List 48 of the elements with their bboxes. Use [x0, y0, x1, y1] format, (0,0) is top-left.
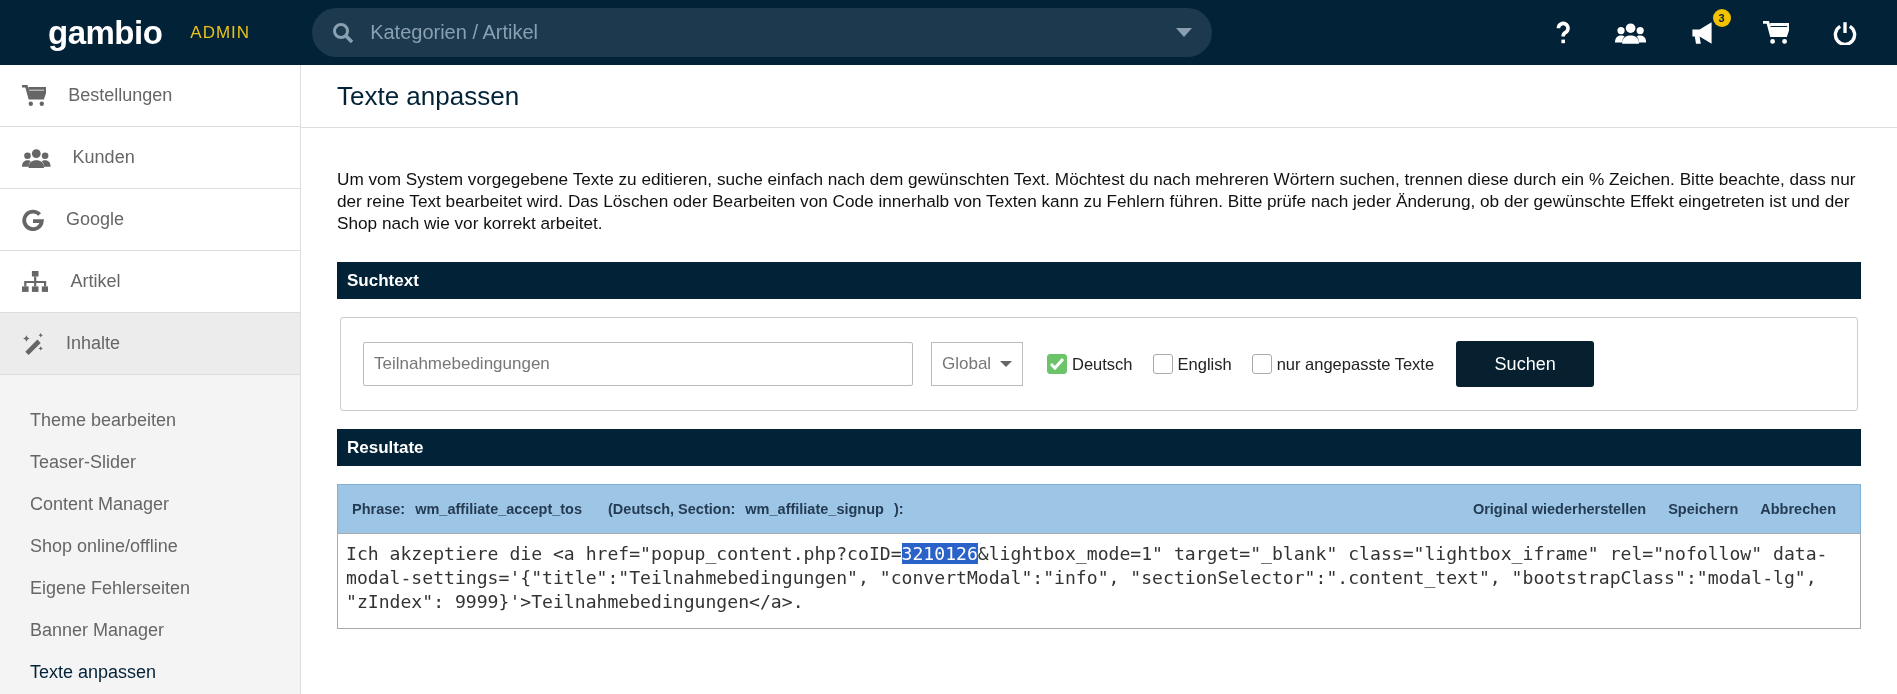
cart-icon[interactable] — [1762, 20, 1789, 45]
checkbox-label: Deutsch — [1072, 354, 1133, 374]
google-icon — [22, 208, 44, 231]
submenu-item[interactable]: Theme bearbeiten — [0, 400, 300, 442]
admin-label: ADMIN — [190, 22, 251, 43]
search-button[interactable]: Suchen — [1456, 341, 1595, 387]
users-icon[interactable] — [1614, 20, 1646, 45]
logo[interactable]: gambio — [48, 13, 163, 52]
sidebar-item[interactable]: Inhalte — [0, 313, 300, 375]
sidebar-item[interactable]: Google — [0, 189, 300, 251]
checkbox-label: English — [1177, 354, 1232, 374]
power-icon[interactable] — [1833, 20, 1857, 45]
submenu-item[interactable]: Banner Manager — [0, 610, 300, 652]
search-icon — [332, 21, 355, 44]
description-text: Um vom System vorgegebene Texte zu editieren, suche einfach nach dem gewünschten Text. Möchtest du nach mehreren Wörtern suchen, trennen diese durch ein % Zeichen. Bitte beachte, dass nur der reine Text bearbeitet wird. Das Löschen oder Bearbeiten von Code innerhalb von Texten kann zu Fehlern führen. Bitte prüfe nach jeder Änderung, ob der gewünschte Effekt eingetreten ist und der Shop nach wie vor korrekt arbeitet. — [337, 168, 1857, 234]
submenu-item[interactable]: Eigene Fehlerseiten — [0, 568, 300, 610]
phrase-key: wm_affiliate_accept_tos — [415, 501, 583, 517]
phrase-label: Phrase: — [352, 501, 406, 517]
sitemap-icon — [22, 270, 49, 293]
section-header: Suchtext — [337, 262, 1861, 299]
sidebar-item[interactable]: Artikel — [0, 251, 300, 313]
submenu-item[interactable]: Content Manager — [0, 484, 300, 526]
search-text-field[interactable]: Teilnahmebedingungen — [363, 342, 913, 386]
magic-wand-icon — [22, 332, 44, 355]
submenu-item[interactable]: Shop online/offline — [0, 526, 300, 568]
action-link[interactable]: Abbrechen — [1760, 501, 1836, 517]
closing-text: ): — [893, 501, 904, 517]
scope-select[interactable]: Global — [931, 342, 1023, 386]
action-link[interactable]: Original wiederherstellen — [1472, 501, 1647, 517]
dropdown-caret-icon — [1176, 28, 1193, 37]
sidebar-item[interactable]: Bestellungen — [0, 65, 300, 127]
page-title: Texte anpassen — [337, 80, 520, 112]
section-label: (Deutsch, Section: — [608, 501, 736, 517]
notification-count: 3 — [1712, 8, 1731, 27]
submenu-item[interactable]: Texte anpassen — [0, 652, 300, 694]
submenu-item[interactable]: Teaser-Slider — [0, 442, 300, 484]
section-header: Resultate — [337, 429, 1861, 466]
text-editor[interactable]: Ich akzeptiere die <a href="popup_content.php?coID=3210126&lightbox_mode=1" target="_blank" class="lightbox_iframe" rel="nofollow" data-modal-settings='{"title":"Teilnahmebedingungen", "convertModal":"info", "sectionSelector":".content_text", "bootstrapClass":"modal-lg", "zIndex": 9999}'>Teilnahmebedingungen</a>. — [337, 533, 1861, 629]
action-link[interactable]: Speichern — [1668, 501, 1739, 517]
cart-icon — [22, 84, 47, 107]
checkbox-label: nur angepasste Texte — [1276, 354, 1435, 374]
sidebar-item[interactable]: Kunden — [0, 127, 300, 189]
checkbox[interactable] — [1047, 354, 1067, 374]
search-field[interactable]: Kategorien / Artikel — [312, 8, 1213, 57]
checkbox[interactable] — [1251, 354, 1272, 374]
checkbox[interactable] — [1152, 354, 1173, 374]
help-icon[interactable] — [1556, 20, 1571, 45]
section-key: wm_affiliate_signup — [745, 501, 884, 517]
